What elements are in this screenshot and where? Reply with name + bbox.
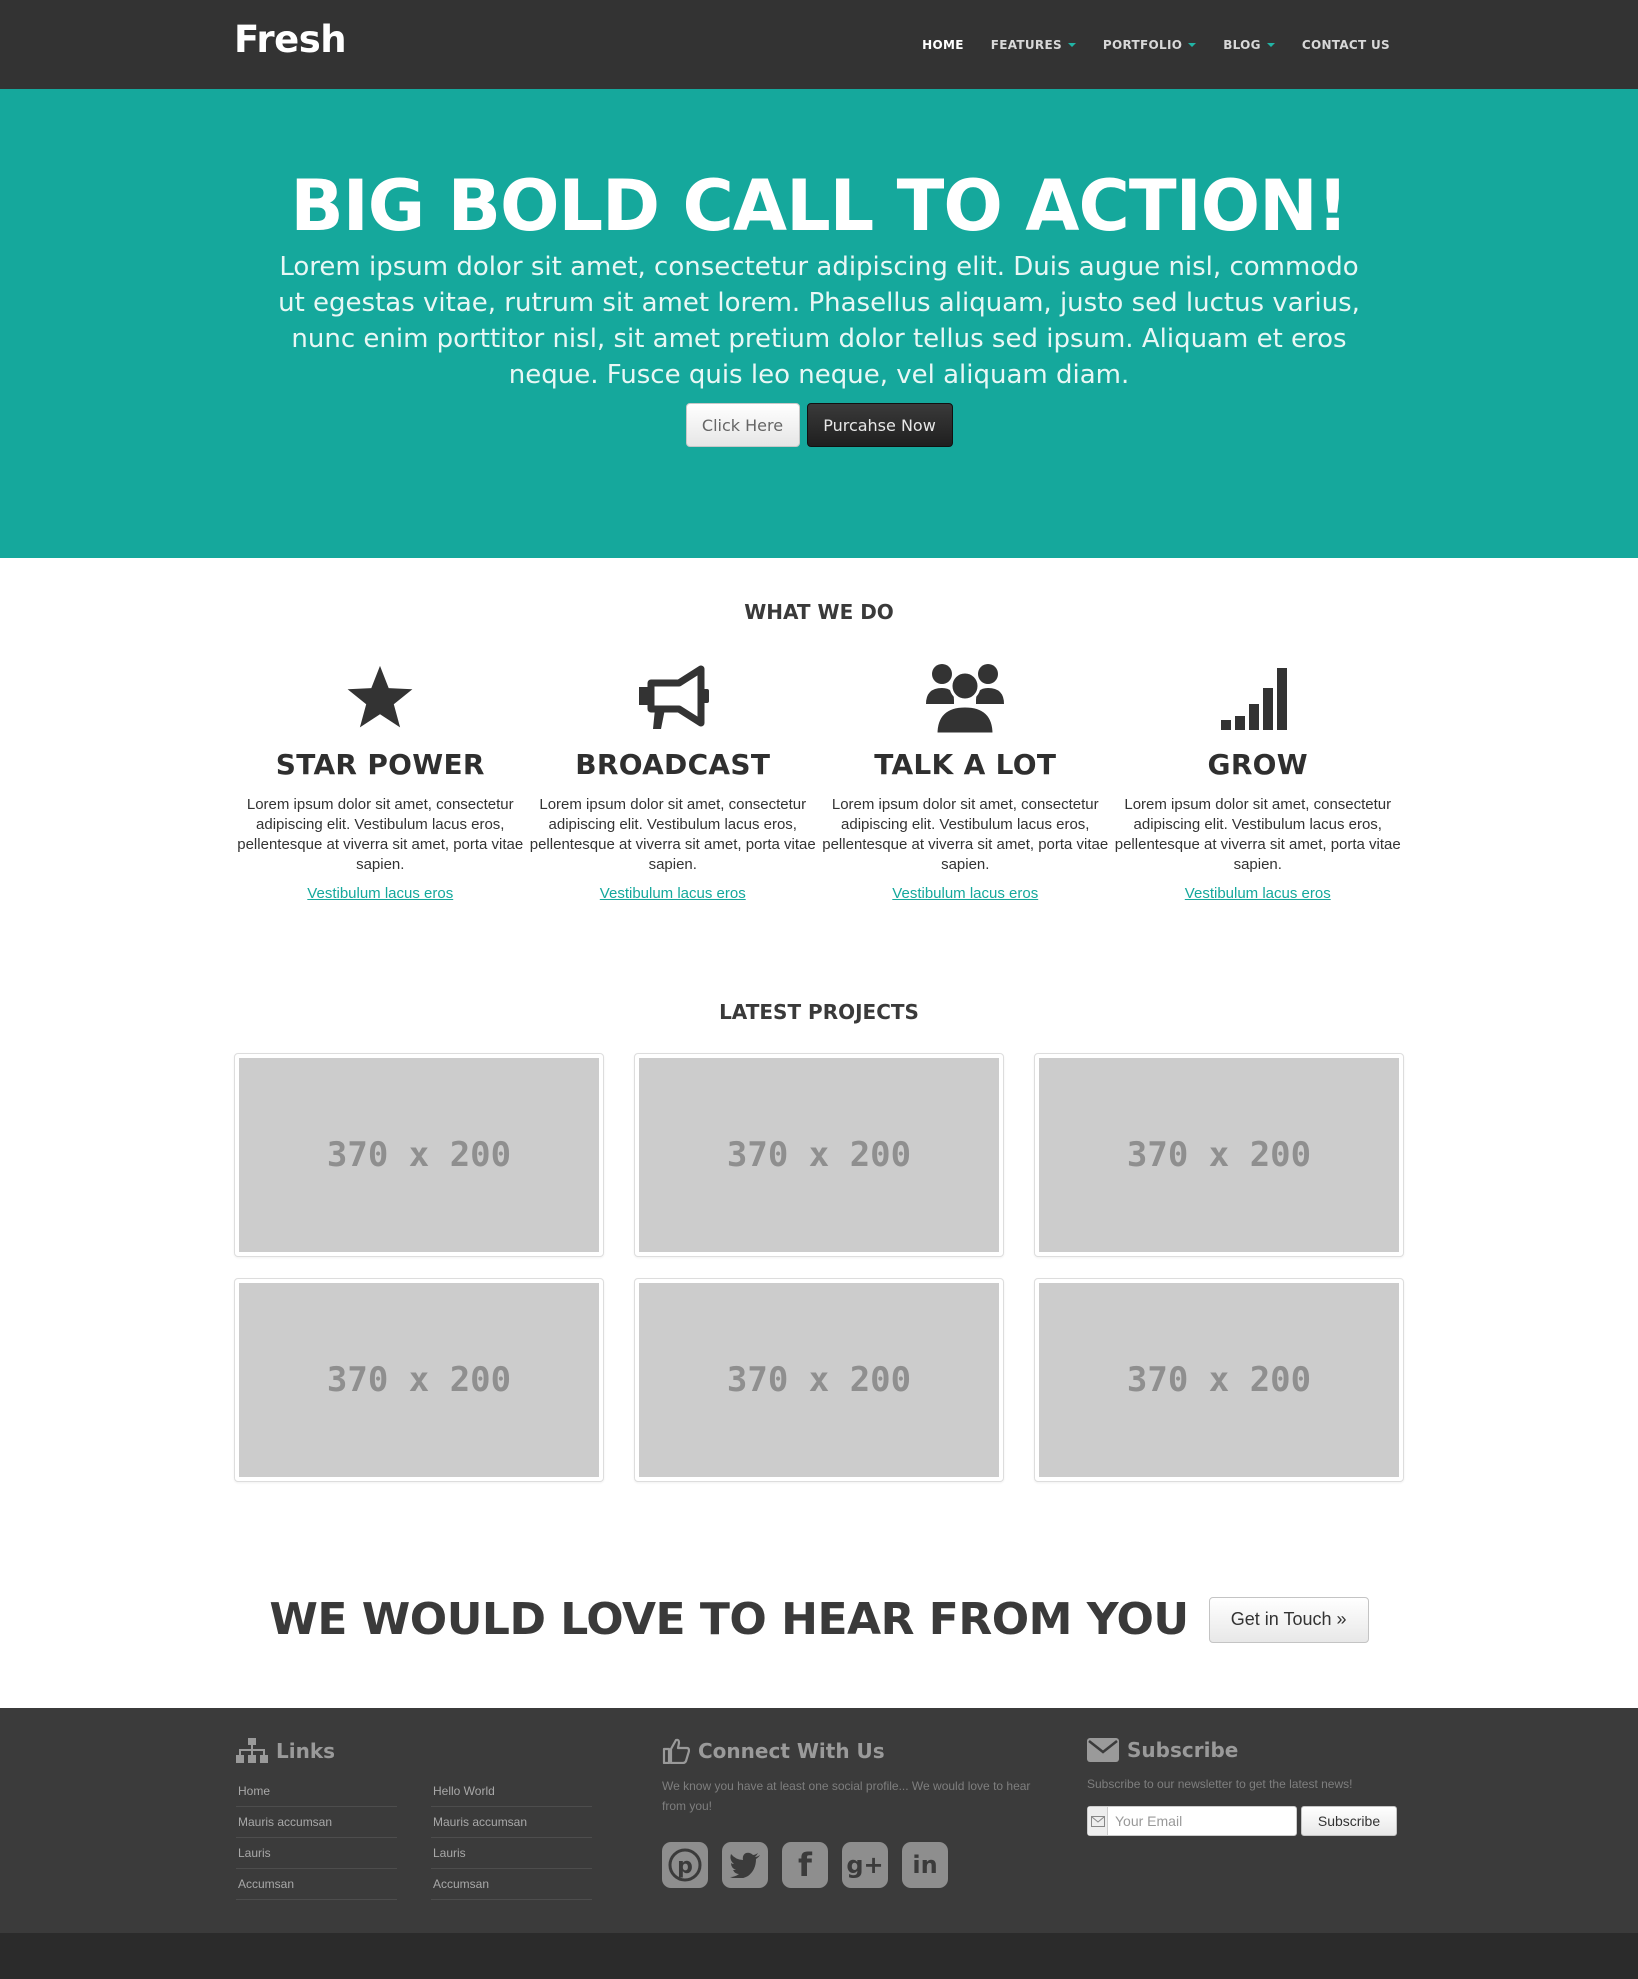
project-thumbnail[interactable]: 370 x 200 — [634, 1278, 1004, 1482]
footer-connect-column: Connect With Us We know you have at leas… — [662, 1738, 1062, 1888]
nav-item-portfolio[interactable]: PORTFOLIO — [1102, 37, 1197, 52]
feature-text: Lorem ipsum dolor sit amet, consectetur … — [822, 796, 1109, 873]
hero-section: BIG BOLD CALL TO ACTION! Lorem ipsum dol… — [0, 89, 1638, 558]
group-icon — [819, 660, 1112, 736]
footer-connect-text: We know you have at least one social pro… — [662, 1779, 1031, 1813]
svg-text:p: p — [677, 1854, 693, 1879]
cta-title: WE WOULD LOVE TO HEAR FROM YOU — [269, 1594, 1189, 1645]
footer-connect-title: Connect With Us — [698, 1739, 885, 1763]
footer-links-list: Home Hello World Mauris accumsan Mauris … — [236, 1776, 592, 1900]
feature-title: STAR POWER — [275, 748, 485, 781]
google-plus-icon[interactable]: g+ — [842, 1842, 888, 1888]
project-thumbnail[interactable]: 370 x 200 — [1034, 1278, 1404, 1482]
placeholder-image: 370 x 200 — [239, 1058, 599, 1252]
feature-link[interactable]: Vestibulum lacus eros — [892, 885, 1038, 902]
hero-text: Lorem ipsum dolor sit amet, consectetur … — [278, 252, 1360, 390]
nav-label: BLOG — [1223, 37, 1261, 52]
footer-link[interactable]: Mauris accumsan — [431, 1807, 592, 1838]
feature-text: Lorem ipsum dolor sit amet, consectetur … — [1114, 796, 1401, 873]
footer-link[interactable]: Lauris — [236, 1838, 397, 1869]
feature-text: Lorem ipsum dolor sit amet, consectetur … — [529, 796, 816, 873]
star-icon — [234, 660, 527, 736]
latest-projects-heading: LATEST PROJECTS — [719, 1000, 919, 1024]
megaphone-icon — [527, 660, 820, 736]
feature-link[interactable]: Vestibulum lacus eros — [1185, 885, 1331, 902]
placeholder-image: 370 x 200 — [239, 1283, 599, 1477]
project-thumbnail[interactable]: 370 x 200 — [234, 1278, 604, 1482]
feature-star-power: STAR POWER Lorem ipsum dolor sit amet, c… — [234, 660, 527, 903]
feature-link[interactable]: Vestibulum lacus eros — [307, 885, 453, 902]
feature-broadcast: BROADCAST Lorem ipsum dolor sit amet, co… — [527, 660, 820, 903]
footer-link[interactable]: Accumsan — [236, 1869, 397, 1900]
footer-subscribe-column: Subscribe Subscribe to our newsletter to… — [1087, 1738, 1407, 1836]
footer-bottom-bar — [0, 1933, 1638, 1979]
linkedin-icon[interactable]: in — [902, 1842, 948, 1888]
placeholder-image: 370 x 200 — [1039, 1283, 1399, 1477]
caret-down-icon — [1266, 42, 1275, 47]
feature-title: GROW — [1207, 748, 1308, 781]
nav-label: PORTFOLIO — [1102, 37, 1183, 52]
placeholder-image: 370 x 200 — [1039, 1058, 1399, 1252]
signal-bars-icon — [1112, 660, 1405, 736]
subscribe-button[interactable]: Subscribe — [1301, 1806, 1397, 1836]
feature-talk-a-lot: TALK A LOT Lorem ipsum dolor sit amet, c… — [819, 660, 1112, 903]
footer-links-title: Links — [276, 1739, 336, 1763]
nav-item-features[interactable]: FEATURES — [991, 38, 1076, 52]
envelope-icon — [1087, 1738, 1119, 1762]
nav-label: FEATURES — [990, 37, 1062, 52]
get-in-touch-button[interactable]: Get in Touch » — [1208, 1596, 1369, 1643]
feature-link[interactable]: Vestibulum lacus eros — [600, 885, 746, 902]
subscribe-form: Subscribe — [1087, 1806, 1407, 1836]
twitter-icon[interactable] — [722, 1842, 768, 1888]
features-row: STAR POWER Lorem ipsum dolor sit amet, c… — [234, 660, 1404, 903]
purchase-now-button[interactable]: Purcahse Now — [806, 403, 953, 447]
footer-subscribe-heading: Subscribe — [1087, 1738, 1407, 1762]
sitemap-icon — [236, 1738, 268, 1763]
footer-connect-heading: Connect With Us — [662, 1738, 1062, 1764]
hero-buttons: Click Here Purcahse Now — [0, 403, 1638, 447]
footer-links-heading: Links — [236, 1738, 335, 1764]
thumbs-up-icon — [662, 1738, 690, 1764]
nav-label: HOME — [922, 37, 964, 52]
feature-grow: GROW Lorem ipsum dolor sit amet, consect… — [1112, 660, 1405, 903]
footer-link[interactable]: Home — [236, 1776, 397, 1807]
nav-item-home[interactable]: HOME — [922, 38, 964, 52]
feature-text: Lorem ipsum dolor sit amet, consectetur … — [237, 796, 524, 873]
click-here-button[interactable]: Click Here — [685, 403, 800, 447]
projects-grid: 370 x 200 370 x 200 370 x 200 370 x 200 … — [234, 1053, 1404, 1482]
project-thumbnail[interactable]: 370 x 200 — [1034, 1053, 1404, 1257]
pinterest-icon[interactable]: p — [662, 1842, 708, 1888]
footer-link[interactable]: Accumsan — [431, 1869, 592, 1900]
nav-label: CONTACT US — [1301, 37, 1390, 52]
footer-link[interactable]: Hello World — [431, 1776, 592, 1807]
email-field-wrapper — [1087, 1806, 1297, 1836]
project-thumbnail[interactable]: 370 x 200 — [634, 1053, 1004, 1257]
placeholder-image: 370 x 200 — [639, 1283, 999, 1477]
envelope-icon — [1088, 1807, 1108, 1835]
caret-down-icon — [1067, 42, 1076, 47]
feature-title: TALK A LOT — [874, 748, 1057, 781]
feature-title: BROADCAST — [575, 748, 771, 781]
social-icons: p f g+ in — [662, 1842, 1062, 1888]
email-field[interactable] — [1108, 1807, 1296, 1835]
project-thumbnail[interactable]: 370 x 200 — [234, 1053, 604, 1257]
footer: Links Home Hello World Mauris accumsan M… — [0, 1708, 1638, 1933]
brand-logo[interactable]: Fresh — [234, 18, 347, 61]
footer-subscribe-text: Subscribe to our newsletter to get the l… — [1087, 1777, 1353, 1791]
footer-link[interactable]: Lauris — [431, 1838, 592, 1869]
navbar: Fresh HOME FEATURES PORTFOLIO BLOG CONTA… — [0, 0, 1638, 89]
contact-cta: WE WOULD LOVE TO HEAR FROM YOU Get in To… — [0, 1594, 1638, 1645]
footer-links-column: Links — [236, 1738, 335, 1764]
hero-title: BIG BOLD CALL TO ACTION! — [290, 165, 1348, 247]
nav-item-blog[interactable]: BLOG — [1223, 38, 1275, 52]
nav-item-contact[interactable]: CONTACT US — [1302, 38, 1390, 52]
footer-link[interactable]: Mauris accumsan — [236, 1807, 397, 1838]
main-nav: HOME FEATURES PORTFOLIO BLOG CONTACT US — [922, 0, 1390, 89]
placeholder-image: 370 x 200 — [639, 1058, 999, 1252]
facebook-icon[interactable]: f — [782, 1842, 828, 1888]
what-we-do-heading: WHAT WE DO — [744, 600, 894, 624]
footer-subscribe-title: Subscribe — [1127, 1738, 1239, 1762]
caret-down-icon — [1188, 42, 1197, 47]
